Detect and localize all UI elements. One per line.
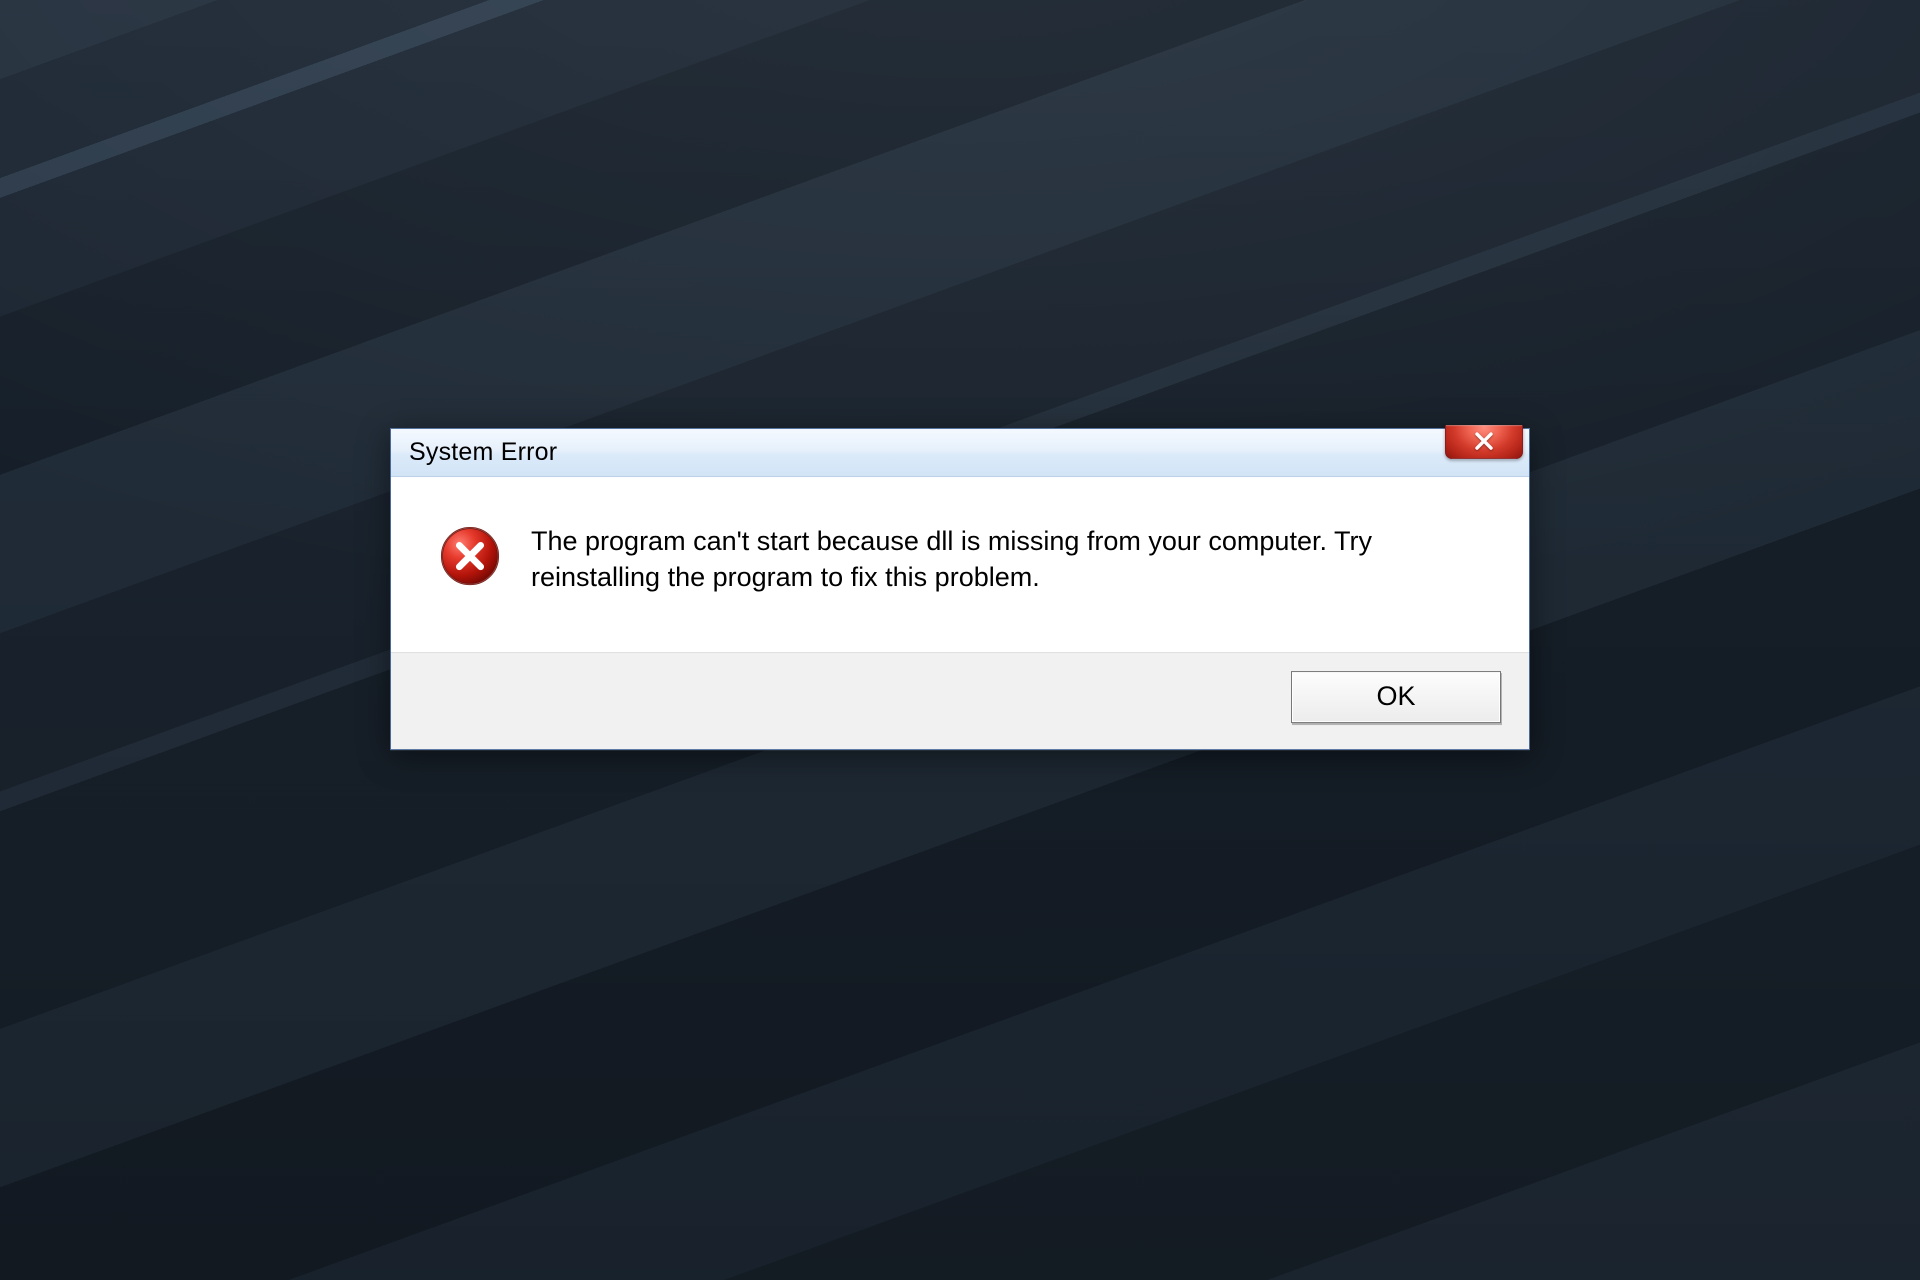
error-dialog: System Error xyxy=(390,428,1530,750)
ok-button[interactable]: OK xyxy=(1291,671,1501,723)
close-button[interactable] xyxy=(1445,425,1523,459)
error-message: The program can't start because dll is m… xyxy=(531,523,1431,596)
dialog-content: The program can't start because dll is m… xyxy=(391,477,1529,652)
dialog-footer: OK xyxy=(391,652,1529,749)
dialog-title: System Error xyxy=(409,438,557,467)
close-icon xyxy=(1473,430,1495,452)
error-icon xyxy=(439,525,501,587)
dialog-titlebar: System Error xyxy=(391,429,1529,477)
